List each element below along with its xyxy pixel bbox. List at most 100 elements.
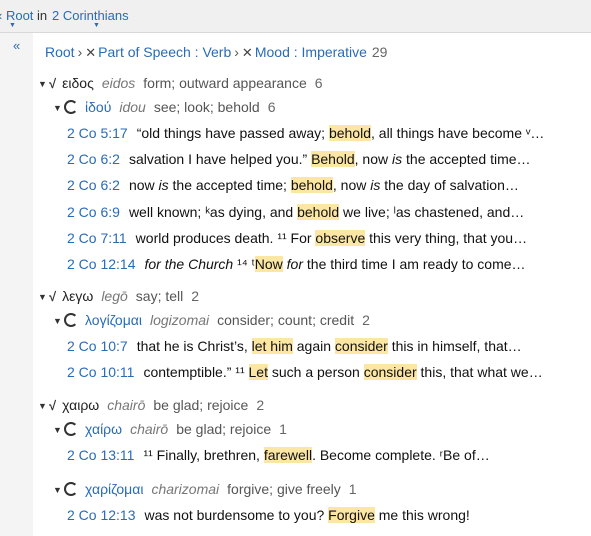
expand-triangle-icon[interactable]: ▼	[38, 74, 49, 94]
breadcrumb-root[interactable]: Root	[45, 44, 75, 60]
lemma-gloss: see; look; behold	[153, 99, 260, 115]
breadcrumb-mood[interactable]: Mood : Imperative	[255, 44, 367, 60]
verse-reference-link[interactable]: 2 Co 10:11	[67, 362, 134, 382]
text-segment: the accepted time…	[402, 151, 531, 168]
verse-reference-link[interactable]: 2 Co 7:11	[67, 228, 127, 248]
remove-filter-icon[interactable]: ✕	[85, 45, 96, 60]
lemma-row[interactable]: ▼ χαρίζομαι charizomai forgive; give freely…	[53, 479, 357, 499]
text-segment: well known; ᵏas dying, and	[128, 203, 298, 220]
highlighted-word: consider	[334, 338, 388, 354]
root-gloss: form; outward appearance	[143, 75, 307, 91]
lemma-count: 1	[279, 421, 287, 437]
expand-triangle-icon[interactable]: ▼	[38, 396, 49, 416]
text-segment: for the Church	[144, 256, 234, 272]
root-label: Root	[5, 8, 34, 23]
expand-triangle-icon[interactable]: ▼	[53, 420, 64, 440]
verse-text: for the Church ¹⁴ ᵗNow for the third tim…	[145, 256, 526, 272]
root-count: 6	[314, 75, 323, 91]
results-pane: Root › ✕ Part of Speech : Verb › ✕ Mood : Impe…	[33, 33, 591, 536]
top-bar: ‹ Root ▼ in 2 Corinthians ▼	[0, 0, 591, 33]
verse-reference-link[interactable]: 2 Co 6:2	[67, 149, 120, 169]
text-segment: ¹⁴ ᵗ	[233, 256, 255, 272]
verse-text: “old things have passed away; behold, al…	[136, 125, 545, 141]
text-segment: such a person	[267, 364, 364, 381]
lemma-row[interactable]: ▼ λογίζομαι logizomai consider; count; cred…	[53, 310, 370, 330]
text-segment: me this wrong!	[374, 507, 470, 523]
highlighted-word: Behold	[311, 151, 355, 168]
chevron-down-icon[interactable]: ▼	[9, 22, 16, 29]
highlighted-word: let him	[251, 338, 293, 354]
text-segment: for	[286, 256, 304, 272]
chevron-down-icon[interactable]: ▼	[93, 22, 100, 29]
text-segment: , all things have become ᵛ…	[371, 125, 545, 141]
verse-row: 2 Co 10:11 contemptible.” ¹¹ Let such a p…	[67, 362, 543, 382]
expand-triangle-icon[interactable]: ▼	[53, 311, 64, 331]
verse-reference-link[interactable]: 2 Co 12:13	[67, 505, 136, 525]
lemma-icon	[64, 313, 78, 327]
highlighted-word: consider	[363, 364, 417, 381]
lemma-greek[interactable]: χαρίζομαι	[85, 481, 143, 497]
text-segment: this, that what we…	[416, 364, 543, 381]
text-segment: . Become complete. ʳBe of…	[312, 447, 490, 463]
remove-filter-icon[interactable]: ✕	[242, 45, 253, 60]
text-segment: “old things have passed away;	[136, 125, 329, 141]
left-rail: «	[0, 33, 33, 536]
lemma-translit: logizomai	[149, 312, 210, 328]
text-segment: is	[392, 151, 403, 168]
breadcrumb: Root › ✕ Part of Speech : Verb › ✕ Mood : Impe…	[45, 44, 387, 61]
verse-reference-link[interactable]: 2 Co 6:9	[67, 202, 120, 222]
highlighted-word: farewell	[263, 447, 313, 463]
verse-reference-link[interactable]: 2 Co 6:2	[67, 175, 120, 195]
text-segment: again	[292, 338, 335, 354]
root-row[interactable]: ▼ √ λεγω legō say; tell 2	[38, 286, 199, 306]
lemma-row[interactable]: ▼ χαίρω chairō be glad; rejoice 1	[53, 419, 287, 439]
verse-text: now is the accepted time; behold, now is…	[128, 177, 519, 194]
verse-reference-link[interactable]: 2 Co 13:11	[67, 445, 134, 465]
verse-reference-link[interactable]: 2 Co 5:17	[67, 123, 128, 143]
root-row[interactable]: ▼ √ χαιρω chairō be glad; rejoice 2	[38, 395, 264, 415]
breadcrumb-separator: ›	[77, 44, 83, 60]
verse-text: was not burdensome to you? Forgive me th…	[145, 507, 470, 523]
root-translit: eidos	[101, 75, 136, 91]
text-segment: , now	[354, 151, 393, 168]
text-segment: ¹¹ Finally, brethren,	[143, 447, 264, 463]
verse-text: contemptible.” ¹¹ Let such a person cons…	[143, 364, 543, 381]
root-icon: √	[49, 398, 57, 413]
verse-row: 2 Co 12:14 for the Church ¹⁴ ᵗNow for the…	[67, 254, 526, 274]
text-segment: the day of salvation…	[380, 177, 519, 194]
text-segment: , now	[332, 177, 371, 194]
lemma-gloss: consider; count; credit	[217, 312, 355, 328]
lemma-greek[interactable]: χαίρω	[85, 421, 122, 437]
lemma-row[interactable]: ▼ ἰδού idou see; look; behold 6	[53, 97, 275, 117]
lemma-gloss: forgive; give freely	[227, 481, 341, 497]
text-segment: we live; ˡas chastened, and…	[339, 203, 525, 220]
lemma-icon	[64, 100, 78, 114]
collapse-icon[interactable]: «	[13, 38, 20, 53]
verse-row: 2 Co 6:2 now is the accepted time; behold…	[67, 175, 519, 195]
text-segment: the accepted time;	[168, 177, 291, 194]
lemma-greek[interactable]: λογίζομαι	[85, 312, 142, 328]
highlighted-word: behold	[297, 203, 340, 220]
verse-reference-link[interactable]: 2 Co 12:14	[67, 254, 136, 274]
text-segment: contemptible.” ¹¹	[143, 364, 249, 381]
lemma-translit: chairō	[130, 421, 169, 437]
book-dropdown[interactable]: 2 Corinthians	[52, 8, 129, 23]
verse-row: 2 Co 6:9 well known; ᵏas dying, and behol…	[67, 202, 524, 222]
lemma-greek[interactable]: ἰδού	[85, 99, 111, 115]
expand-triangle-icon[interactable]: ▼	[53, 98, 64, 118]
root-icon: √	[49, 289, 57, 304]
breadcrumb-part-of-speech[interactable]: Part of Speech : Verb	[98, 44, 231, 60]
root-row[interactable]: ▼ √ ειδος eidos form; outward appearance 6	[38, 73, 323, 93]
text-segment: now	[128, 177, 159, 194]
lemma-translit: idou	[119, 99, 146, 115]
expand-triangle-icon[interactable]: ▼	[53, 480, 64, 500]
root-dropdown[interactable]: ‹ Root	[0, 8, 33, 23]
lemma-count: 2	[362, 312, 370, 328]
lemma-gloss: be glad; rejoice	[176, 421, 272, 437]
verse-text: well known; ᵏas dying, and behold we liv…	[128, 203, 525, 220]
root-count: 2	[256, 397, 265, 413]
verse-reference-link[interactable]: 2 Co 10:7	[67, 336, 128, 356]
highlighted-word: Now	[254, 256, 283, 272]
highlighted-word: Forgive	[328, 507, 375, 523]
expand-triangle-icon[interactable]: ▼	[38, 287, 49, 307]
